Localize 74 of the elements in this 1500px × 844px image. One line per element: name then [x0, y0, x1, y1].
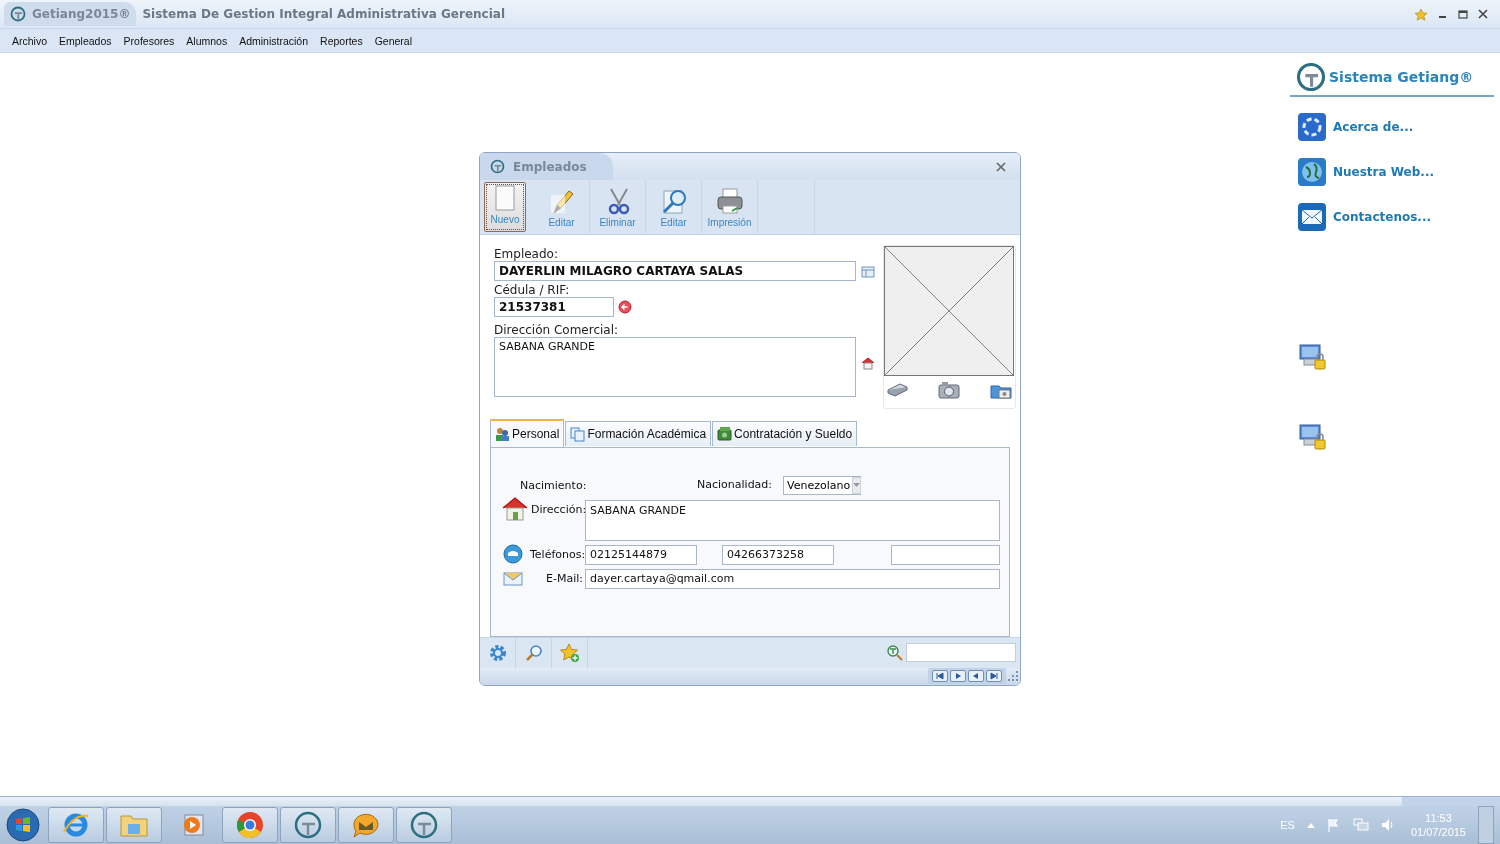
field-label: Nacimiento:	[520, 478, 587, 492]
menu-item[interactable]: Administración	[233, 32, 315, 49]
phone-field[interactable]	[891, 544, 1000, 565]
close-icon[interactable]	[1478, 9, 1488, 19]
printer-icon	[714, 187, 745, 216]
phone-field[interactable]: 02125144879	[585, 544, 697, 565]
resize-grip-icon[interactable]	[1006, 670, 1020, 683]
star-icon[interactable]	[1414, 7, 1428, 21]
field-label: Dirección:	[531, 502, 587, 516]
side-panel-title: Sistema Getiang®	[1329, 69, 1474, 85]
copy-icon	[570, 425, 586, 442]
tab[interactable]: Formación Académica	[565, 420, 712, 446]
side-panel-link[interactable]: Nuestra Web...	[1297, 157, 1494, 187]
menu-item[interactable]: Alumnos	[180, 32, 234, 49]
money-icon	[717, 425, 733, 442]
envelope-icon	[1297, 202, 1327, 232]
menu-item[interactable]: Archivo	[6, 32, 53, 49]
app-logo-icon	[1297, 63, 1325, 91]
envelope-icon	[503, 569, 523, 586]
field-label: Cédula / RIF:	[494, 283, 571, 298]
last-arrow-icon	[988, 672, 1000, 681]
list-view-icon[interactable]	[861, 266, 876, 279]
side-panel-link[interactable]: Acerca de...	[1297, 112, 1494, 142]
side-panel-link[interactable]: Contactenos...	[1297, 202, 1494, 232]
field-label: Nacionalidad:	[697, 477, 773, 491]
computer-lock-icon[interactable]	[1298, 343, 1328, 371]
nationality-dropdown[interactable]: Venezolano	[783, 475, 861, 495]
first-record-button[interactable]	[932, 670, 948, 683]
app-name: Getiang2015®	[32, 7, 131, 21]
gear-icon	[487, 642, 508, 663]
address-field[interactable]: SABANA GRANDE	[494, 337, 856, 398]
taskbar-button[interactable]	[222, 807, 278, 843]
address-field[interactable]: SABANA GRANDE	[585, 499, 1000, 541]
taskbar-button[interactable]	[48, 807, 104, 843]
star-plus-icon	[558, 642, 581, 663]
menu-item[interactable]: Empleados	[53, 32, 118, 49]
menu-item[interactable]: General	[368, 32, 419, 49]
previous-record-button[interactable]	[968, 670, 984, 683]
employee-field[interactable]: DAYERLIN MILAGRO CARTAYA SALAS	[494, 261, 856, 282]
taskbar-button[interactable]	[338, 807, 394, 843]
scanner-icon[interactable]	[886, 381, 909, 398]
camera-icon[interactable]	[938, 381, 961, 400]
app-logo-icon	[10, 6, 26, 22]
field-label: Teléfonos:	[530, 547, 586, 561]
house-icon[interactable]	[860, 356, 877, 371]
field-label: E-Mail:	[546, 571, 583, 585]
tab[interactable]: Contratación y Sueldo	[712, 420, 858, 446]
email-field[interactable]: dayer.cartaya@qmail.com	[585, 568, 1000, 589]
dialog-title: Empleados	[513, 159, 587, 174]
dropdown-arrow-icon	[853, 483, 861, 487]
people-icon	[495, 425, 510, 442]
next-record-button[interactable]	[950, 670, 966, 683]
phone-field[interactable]: 04266373258	[722, 544, 834, 565]
taskbar-button[interactable]	[396, 807, 452, 843]
maximize-icon[interactable]	[1458, 9, 1468, 19]
menu-item[interactable]: Profesores	[117, 32, 181, 49]
window-title: Sistema De Gestion Integral Administrativa Gerencial	[142, 7, 506, 21]
search-field[interactable]	[906, 643, 1016, 662]
menu-item[interactable]: Reportes	[314, 32, 369, 49]
globe-icon	[1297, 157, 1327, 187]
taskbar-button[interactable]	[280, 807, 336, 843]
computer-lock-icon[interactable]	[1298, 423, 1328, 451]
last-record-button[interactable]	[986, 670, 1002, 683]
first-arrow-icon	[934, 672, 946, 681]
telephone-icon	[503, 543, 523, 564]
start-button-icon[interactable]	[6, 808, 40, 842]
field-label: Dirección Comercial:	[494, 323, 620, 338]
tab[interactable]: Personal	[490, 418, 565, 447]
id-field[interactable]: 21537381	[494, 297, 614, 318]
field-label: Empleado:	[494, 247, 559, 262]
close-icon[interactable]	[996, 161, 1006, 172]
house-icon	[501, 495, 529, 522]
filter-search-icon	[886, 643, 904, 662]
app-logo-icon	[490, 159, 505, 174]
